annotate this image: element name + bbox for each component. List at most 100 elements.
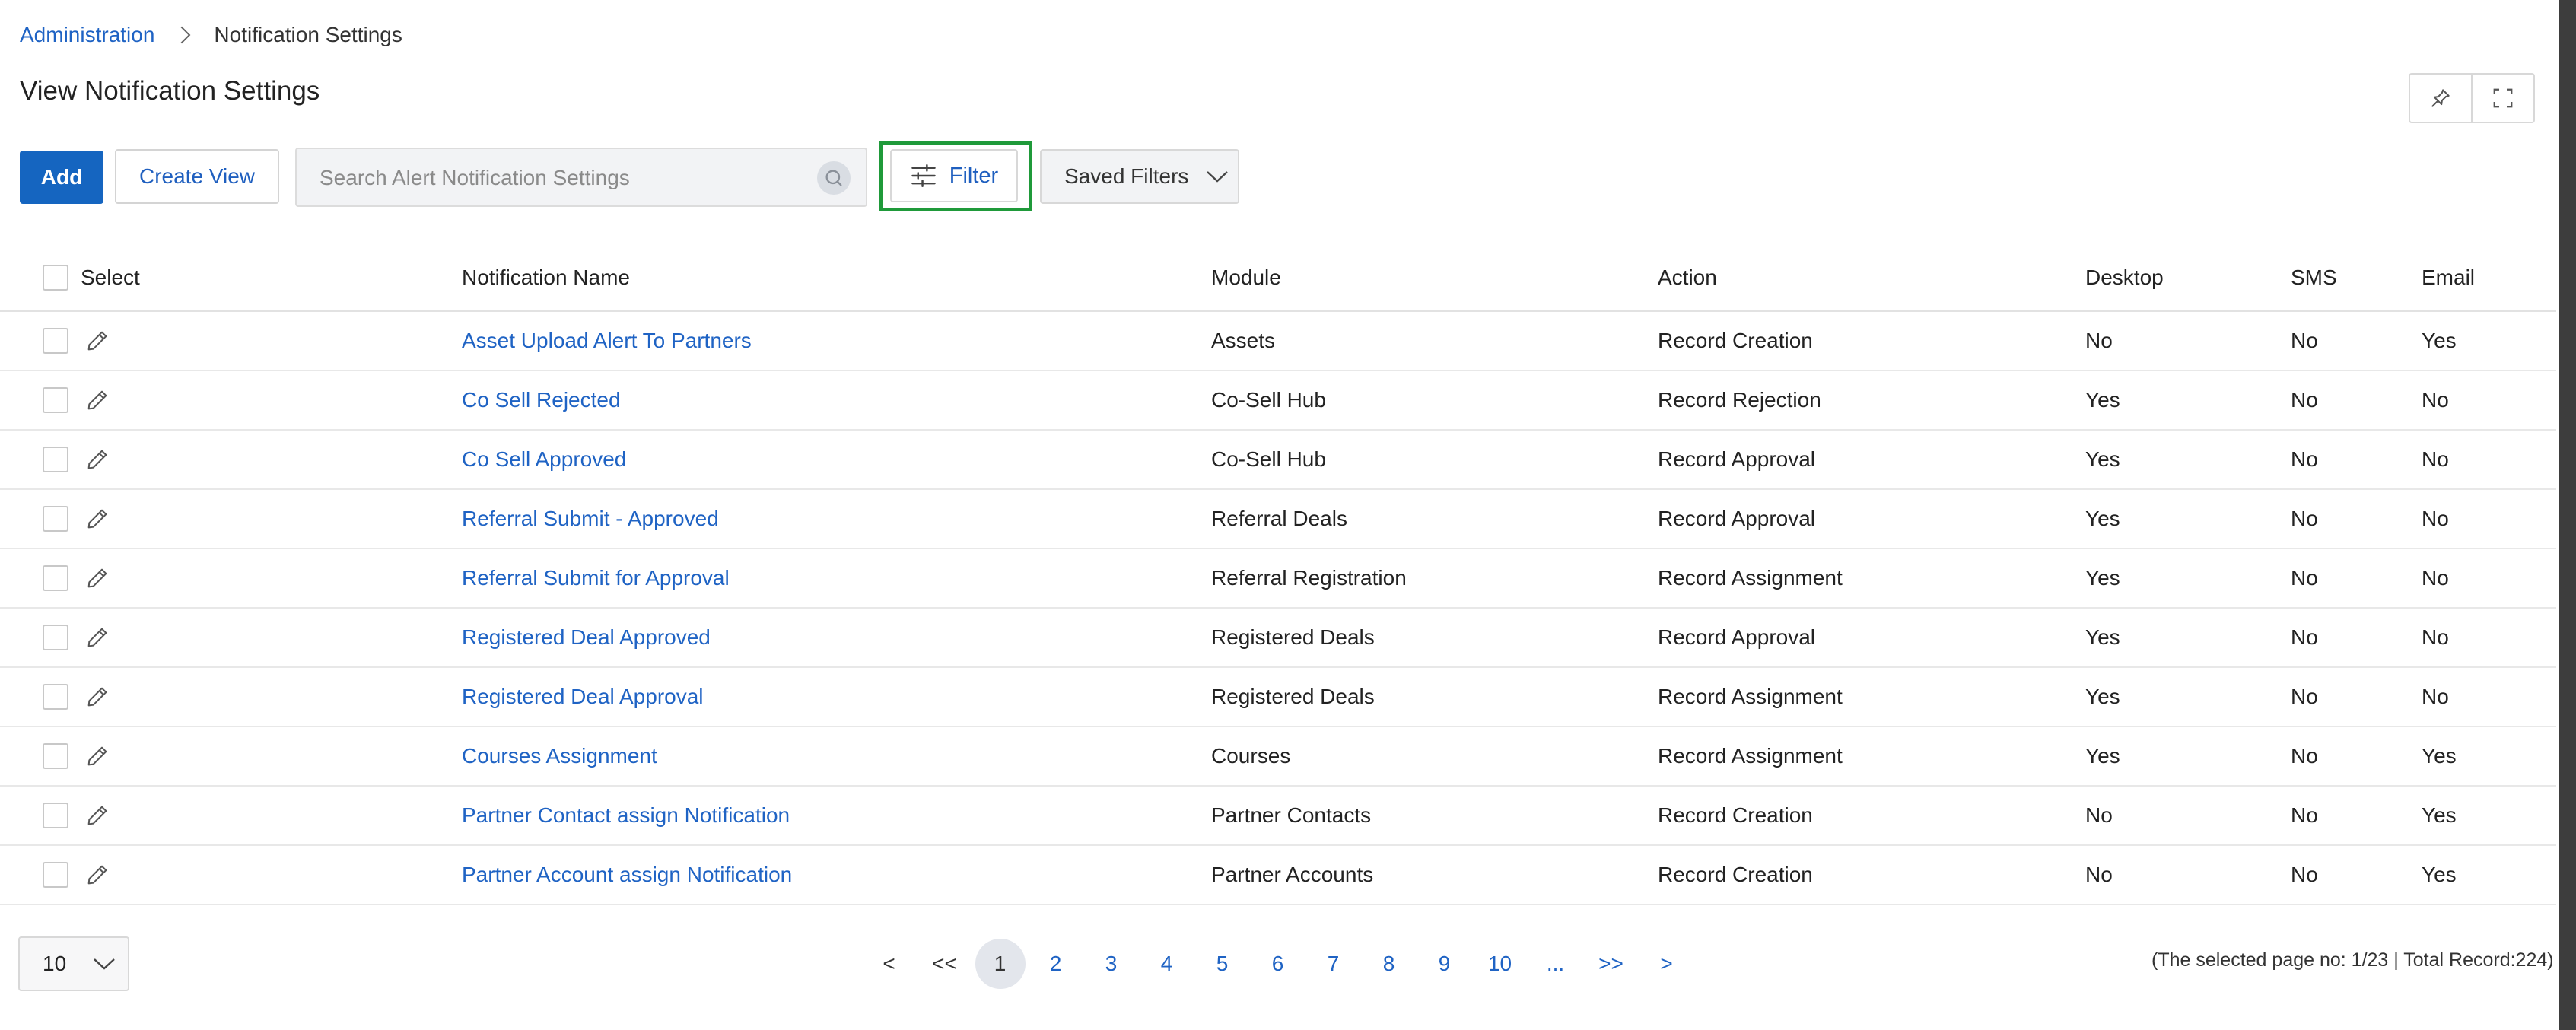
email-cell: No bbox=[2422, 685, 2449, 708]
pager-page-1[interactable]: 1 bbox=[972, 937, 1028, 990]
pager-ellipsis[interactable]: ... bbox=[1528, 937, 1583, 990]
pager-page-5[interactable]: 5 bbox=[1194, 937, 1250, 990]
module-cell: Referral Deals bbox=[1211, 507, 1347, 530]
pencil-icon bbox=[87, 865, 107, 885]
header-select: Select bbox=[81, 265, 140, 289]
edit-button[interactable] bbox=[85, 744, 110, 768]
page-title: View Notification Settings bbox=[20, 76, 320, 106]
chevron-down-icon bbox=[1207, 171, 1229, 183]
header-notification-name: Notification Name bbox=[462, 265, 630, 289]
action-cell: Record Creation bbox=[1658, 803, 1813, 827]
row-checkbox[interactable] bbox=[43, 565, 68, 591]
edit-button[interactable] bbox=[85, 507, 110, 531]
row-checkbox[interactable] bbox=[43, 506, 68, 532]
notification-name-link[interactable]: Registered Deal Approval bbox=[462, 685, 704, 709]
page-size-select[interactable]: 10 bbox=[18, 936, 129, 991]
row-checkbox[interactable] bbox=[43, 862, 68, 888]
page-size-value: 10 bbox=[43, 952, 67, 975]
action-cell: Record Assignment bbox=[1658, 566, 1843, 590]
table-row: Asset Upload Alert To Partners Assets Reco… bbox=[0, 312, 2556, 371]
search-button[interactable] bbox=[817, 161, 851, 195]
action-cell: Record Approval bbox=[1658, 447, 1816, 471]
pager-page-4[interactable]: 4 bbox=[1139, 937, 1194, 990]
search-box bbox=[295, 148, 867, 207]
row-checkbox[interactable] bbox=[43, 684, 68, 710]
edit-button[interactable] bbox=[85, 566, 110, 590]
notification-name-link[interactable]: Referral Submit - Approved bbox=[462, 507, 719, 531]
desktop-cell: Yes bbox=[2085, 625, 2120, 649]
module-cell: Partner Accounts bbox=[1211, 863, 1374, 886]
pager-next[interactable]: > bbox=[1639, 937, 1694, 990]
search-icon bbox=[825, 170, 842, 186]
add-button[interactable]: Add bbox=[20, 151, 103, 204]
notification-name-link[interactable]: Partner Account assign Notification bbox=[462, 863, 792, 887]
sms-cell: No bbox=[2291, 329, 2318, 352]
edit-button[interactable] bbox=[85, 863, 110, 887]
notification-name-link[interactable]: Registered Deal Approved bbox=[462, 625, 711, 650]
edit-button[interactable] bbox=[85, 803, 110, 828]
pager-last[interactable]: >> bbox=[1583, 937, 1639, 990]
edit-button[interactable] bbox=[85, 388, 110, 412]
select-all-checkbox[interactable] bbox=[43, 265, 68, 291]
table-row: Registered Deal Approval Registered Deals… bbox=[0, 668, 2556, 727]
saved-filters-dropdown[interactable]: Saved Filters bbox=[1040, 149, 1239, 204]
pager-prev[interactable]: < bbox=[861, 937, 917, 990]
action-cell: Record Creation bbox=[1658, 329, 1813, 352]
desktop-cell: Yes bbox=[2085, 744, 2120, 768]
row-checkbox[interactable] bbox=[43, 625, 68, 650]
email-cell: No bbox=[2422, 388, 2449, 412]
edit-button[interactable] bbox=[85, 625, 110, 650]
header-email: Email bbox=[2422, 265, 2476, 289]
edit-button[interactable] bbox=[85, 447, 110, 472]
action-cell: Record Assignment bbox=[1658, 744, 1843, 768]
notification-name-link[interactable]: Co Sell Rejected bbox=[462, 388, 621, 412]
search-input[interactable] bbox=[318, 149, 793, 207]
pager-page-9[interactable]: 9 bbox=[1417, 937, 1472, 990]
sms-cell: No bbox=[2291, 744, 2318, 768]
pager-page-7[interactable]: 7 bbox=[1305, 937, 1361, 990]
header-sms: SMS bbox=[2291, 265, 2337, 289]
row-checkbox[interactable] bbox=[43, 387, 68, 413]
module-cell: Co-Sell Hub bbox=[1211, 447, 1326, 471]
edit-button[interactable] bbox=[85, 685, 110, 709]
pagination: < << 1 2 3 4 5 6 7 8 9 10 ... >> > bbox=[861, 937, 1694, 990]
edit-button[interactable] bbox=[85, 329, 110, 353]
saved-filters-label: Saved Filters bbox=[1064, 164, 1189, 188]
notification-name-link[interactable]: Asset Upload Alert To Partners bbox=[462, 329, 752, 353]
module-cell: Assets bbox=[1211, 329, 1276, 352]
row-checkbox[interactable] bbox=[43, 743, 68, 769]
pin-icon bbox=[2431, 89, 2450, 107]
header-action: Action bbox=[1658, 265, 1717, 289]
pager-page-3[interactable]: 3 bbox=[1083, 937, 1139, 990]
desktop-cell: Yes bbox=[2085, 566, 2120, 590]
create-view-button[interactable]: Create View bbox=[115, 149, 279, 204]
pin-button[interactable] bbox=[2410, 75, 2471, 122]
desktop-cell: No bbox=[2085, 803, 2113, 827]
table-row: Partner Contact assign Notification Partn… bbox=[0, 787, 2556, 846]
header-desktop: Desktop bbox=[2085, 265, 2164, 289]
email-cell: No bbox=[2422, 625, 2449, 649]
notification-name-link[interactable]: Partner Contact assign Notification bbox=[462, 803, 790, 828]
filter-button[interactable]: Filter bbox=[890, 149, 1018, 202]
pencil-icon bbox=[87, 509, 107, 529]
filter-label: Filter bbox=[949, 163, 999, 188]
notification-name-link[interactable]: Referral Submit for Approval bbox=[462, 566, 730, 590]
row-checkbox[interactable] bbox=[43, 803, 68, 828]
pager-page-8[interactable]: 8 bbox=[1361, 937, 1417, 990]
fullscreen-icon bbox=[2493, 88, 2513, 108]
row-checkbox[interactable] bbox=[43, 328, 68, 354]
notification-name-link[interactable]: Courses Assignment bbox=[462, 744, 657, 768]
row-checkbox[interactable] bbox=[43, 447, 68, 472]
breadcrumb-administration-link[interactable]: Administration bbox=[20, 23, 154, 47]
pager-page-6[interactable]: 6 bbox=[1250, 937, 1305, 990]
breadcrumb: Administration Notification Settings bbox=[20, 20, 402, 50]
fullscreen-button[interactable] bbox=[2471, 75, 2533, 122]
module-cell: Registered Deals bbox=[1211, 685, 1375, 708]
pager-first[interactable]: << bbox=[917, 937, 972, 990]
sms-cell: No bbox=[2291, 625, 2318, 649]
pager-page-10[interactable]: 10 bbox=[1472, 937, 1528, 990]
pencil-icon bbox=[87, 628, 107, 647]
pager-page-2[interactable]: 2 bbox=[1028, 937, 1083, 990]
chevron-right-icon bbox=[173, 26, 191, 44]
notification-name-link[interactable]: Co Sell Approved bbox=[462, 447, 626, 472]
